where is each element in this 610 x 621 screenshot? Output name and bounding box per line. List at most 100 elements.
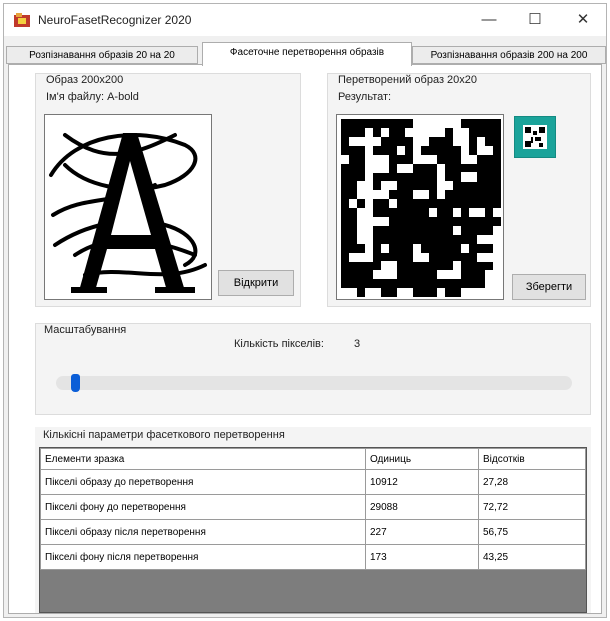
result-label: Результат: (338, 91, 392, 103)
source-group-title: Образ 200x200 (46, 74, 124, 86)
tab-strip: Розпізнавання образів 20 на 20 Фасеточне… (4, 36, 606, 66)
result-pixel (381, 243, 390, 253)
result-pixel (493, 208, 502, 218)
result-pixel (373, 288, 382, 298)
file-name-label: Ім'я файлу: A-bold (46, 91, 139, 103)
result-pixel (469, 154, 478, 164)
result-pixel (365, 145, 374, 155)
table-cell: 56,75 (478, 519, 586, 545)
save-button[interactable]: Зберегти (512, 274, 586, 300)
table-cell: Пікселі фону після перетворення (40, 544, 366, 570)
table-cell: 173 (365, 544, 479, 570)
scaling-group-title: Масштабування (44, 324, 127, 336)
column-header[interactable]: Одиниць (365, 448, 479, 470)
window-title: NeuroFasetRecognizer 2020 (38, 13, 192, 27)
result-pixel (381, 127, 390, 138)
table-row[interactable]: Пікселі фону після перетворення 173 43,2… (40, 544, 586, 570)
result-image (336, 114, 504, 300)
result-pixel (461, 243, 470, 253)
table-cell: 10912 (365, 469, 479, 495)
result-pixel (421, 136, 430, 146)
result-pixel (493, 252, 502, 262)
result-pixel (477, 136, 486, 146)
table-cell: 43,25 (478, 544, 586, 570)
result-pixel (405, 163, 414, 173)
result-pixel (437, 127, 446, 138)
maximize-button[interactable]: ☐ (512, 4, 558, 36)
tab-recognition-200[interactable]: Розпізнавання образів 200 на 200 (412, 46, 606, 64)
result-pixel (493, 243, 502, 253)
result-pixel-grid (341, 119, 502, 298)
qr-preview-icon (514, 116, 556, 158)
result-pixel (389, 270, 398, 280)
result-pixel (493, 261, 502, 271)
table-row[interactable]: Пікселі образу після перетворення 227 56… (40, 519, 586, 545)
scaling-slider-track[interactable] (56, 376, 572, 390)
result-pixel (453, 208, 462, 218)
result-pixel (389, 199, 398, 209)
source-image (44, 114, 212, 300)
table-row[interactable]: Пікселі образу до перетворення 10912 27,… (40, 469, 586, 495)
result-pixel (461, 127, 470, 138)
result-pixel (381, 190, 390, 200)
result-pixel (381, 154, 390, 164)
result-pixel (493, 270, 502, 280)
table-cell: Пікселі образу до перетворення (40, 469, 366, 495)
result-pixel (349, 199, 358, 209)
result-pixel (477, 208, 486, 218)
result-pixel (365, 243, 374, 253)
result-pixel (437, 172, 446, 182)
column-header[interactable]: Відсотків (478, 448, 586, 470)
table-cell: 72,72 (478, 494, 586, 520)
column-header[interactable]: Елементи зразка (40, 448, 366, 470)
result-pixel (373, 136, 382, 146)
result-pixel (437, 288, 446, 298)
table-cell: 27,28 (478, 469, 586, 495)
source-image-group: Образ 200x200 Ім'я файлу: A-bold Відкрит… (35, 73, 301, 307)
table-header-row: Елементи зразка Одиниць Відсотків (40, 448, 586, 470)
table-cell: Пікселі образу після перетворення (40, 519, 366, 545)
pixel-count-value: 3 (354, 338, 361, 350)
pixel-count-label: Кількість пікселів: (234, 338, 324, 350)
result-pixel (493, 225, 502, 235)
result-pixel (381, 163, 390, 173)
result-pixel (461, 145, 470, 155)
result-pixel (453, 225, 462, 235)
tab-facet-transform[interactable]: Фасеточне перетворення образів (202, 42, 412, 66)
close-button[interactable]: ✕ (560, 4, 606, 36)
result-pixel (389, 261, 398, 271)
result-pixel (365, 127, 374, 138)
result-pixel (493, 234, 502, 244)
result-pixel (429, 154, 438, 164)
qr-preview-glyph (523, 125, 547, 149)
result-pixel (437, 190, 446, 200)
params-group: Кількісні параметри фасеткового перетвор… (35, 427, 591, 613)
result-pixel (413, 145, 422, 155)
scaling-group: Масштабування Кількість пікселів: 3 (35, 323, 591, 415)
result-pixel (485, 145, 494, 155)
params-grid[interactable]: Елементи зразка Одиниць Відсотків Піксел… (39, 447, 587, 613)
result-pixel (381, 216, 390, 227)
result-pixel (365, 252, 374, 262)
result-pixel (445, 181, 454, 191)
result-pixel (341, 154, 350, 164)
open-button[interactable]: Відкрити (218, 270, 294, 296)
result-pixel (397, 145, 406, 155)
app-window: NeuroFasetRecognizer 2020 — ☐ ✕ Розпізна… (3, 3, 607, 618)
result-pixel (421, 190, 430, 200)
params-group-title: Кількісні параметри фасеткового перетвор… (43, 429, 285, 441)
minimize-button[interactable]: — (466, 4, 512, 36)
title-bar[interactable]: NeuroFasetRecognizer 2020 — ☐ ✕ (4, 4, 606, 36)
table-row[interactable]: Пікселі фону до перетворення 29088 72,72 (40, 494, 586, 520)
result-pixel (365, 199, 374, 209)
result-group-title: Перетворений образ 20x20 (338, 74, 478, 86)
tab-recognition-20[interactable]: Розпізнавання образів 20 на 20 (6, 46, 198, 64)
result-pixel (365, 208, 374, 218)
result-pixel (493, 279, 502, 289)
result-pixel (389, 181, 398, 191)
app-icon (14, 13, 30, 27)
result-pixel (405, 288, 414, 298)
result-pixel (365, 172, 374, 182)
result-pixel (413, 243, 422, 253)
scaling-slider-thumb[interactable] (71, 374, 81, 392)
